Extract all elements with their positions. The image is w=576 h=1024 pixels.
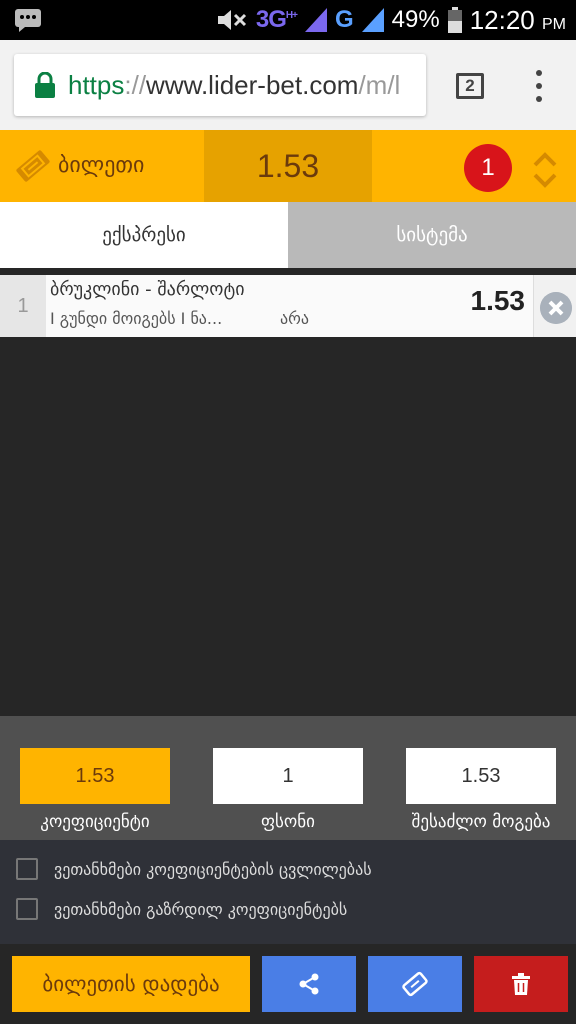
accept-increased-odds-label: ვეთანხმები გაზრდილ კოეფიციენტებს xyxy=(54,899,348,919)
bet-type-tabs: ექსპრესი სისტემა xyxy=(0,202,576,268)
ticket-icon xyxy=(16,150,50,182)
bet-count-badge: 1 xyxy=(464,144,512,192)
clock: 12:20 PM xyxy=(469,4,566,35)
bet-odds: 1.53 xyxy=(470,285,526,316)
battery-icon xyxy=(447,7,462,33)
chevron-up-down-icon[interactable] xyxy=(530,150,560,190)
ticket-icon xyxy=(402,971,428,997)
possible-win-label: შესაძლო მოგება xyxy=(411,812,551,832)
action-bar: ბილეთის დადება xyxy=(0,944,576,1024)
odds-label: კოეფიციენტი xyxy=(40,812,150,832)
bet-match: ბრუკლინი - შარლოტი xyxy=(50,279,245,300)
tab-express[interactable]: ექსპრესი xyxy=(0,202,288,268)
close-circle-icon[interactable] xyxy=(540,292,572,324)
message-notification-icon xyxy=(15,9,41,32)
address-bar[interactable]: https://www.lider-bet.com/m/l xyxy=(14,54,426,116)
bet-outcome: არა xyxy=(280,309,309,328)
stake-input[interactable]: 1 xyxy=(213,748,363,804)
battery-percent: 49% xyxy=(391,6,440,33)
signal-icon-1 xyxy=(304,8,327,32)
overflow-menu-icon[interactable] xyxy=(532,70,546,102)
options-panel: ვეთანხმები კოეფიციენტების ცვლილებას ვეთა… xyxy=(0,840,576,944)
tab-switcher-button[interactable]: 2 xyxy=(456,73,484,99)
url-text: https://www.lider-bet.com/m/l xyxy=(68,69,401,100)
network-type-2: G xyxy=(334,6,354,33)
ticket-title: ბილეთი xyxy=(58,153,145,178)
bet-index: 1 xyxy=(0,275,46,337)
bet-summary: 1.53 1 1.53 კოეფიციენტი ფსონი შესაძლო მო… xyxy=(0,716,576,840)
accept-increased-odds-checkbox[interactable] xyxy=(16,898,38,920)
accept-odds-change-label: ვეთანხმები კოეფიციენტების ცვლილებას xyxy=(54,859,372,879)
status-icons: 3GH+ G 49% 12:20 PM xyxy=(216,0,566,40)
accept-increased-odds-option[interactable]: ვეთანხმები გაზრდილ კოეფიციენტებს xyxy=(16,898,347,920)
ticket-button[interactable] xyxy=(368,956,462,1012)
mute-icon xyxy=(217,10,246,30)
bet-details: ბრუკლინი - შარლოტი I გუნდი მოიგებს I ნა.… xyxy=(46,275,534,337)
share-icon xyxy=(299,973,319,995)
odds-field: 1.53 xyxy=(20,748,170,804)
status-bar: 3GH+ G 49% 12:20 PM xyxy=(0,0,576,40)
bet-row: 1 ბრუკლინი - შარლოტი I გუნდი მოიგებს I ნ… xyxy=(0,275,576,337)
place-bet-button[interactable]: ბილეთის დადება xyxy=(12,956,250,1012)
share-button[interactable] xyxy=(262,956,356,1012)
delete-button[interactable] xyxy=(474,956,568,1012)
accept-odds-change-checkbox[interactable] xyxy=(16,858,38,880)
stake-label: ფსონი xyxy=(261,812,315,832)
signal-icon-2 xyxy=(361,8,384,32)
bet-market: I გუნდი მოიგებს I ნა... xyxy=(50,309,223,328)
lock-icon xyxy=(35,72,55,98)
tab-system[interactable]: სისტემა xyxy=(288,202,576,268)
ticket-total-odds: 1.53 xyxy=(204,130,372,202)
possible-win-field: 1.53 xyxy=(406,748,556,804)
network-type-1: 3GH+ xyxy=(255,6,298,33)
trash-icon xyxy=(512,973,530,995)
browser-toolbar: https://www.lider-bet.com/m/l 2 xyxy=(0,40,576,130)
accept-odds-change-option[interactable]: ვეთანხმები კოეფიციენტების ცვლილებას xyxy=(16,858,372,880)
